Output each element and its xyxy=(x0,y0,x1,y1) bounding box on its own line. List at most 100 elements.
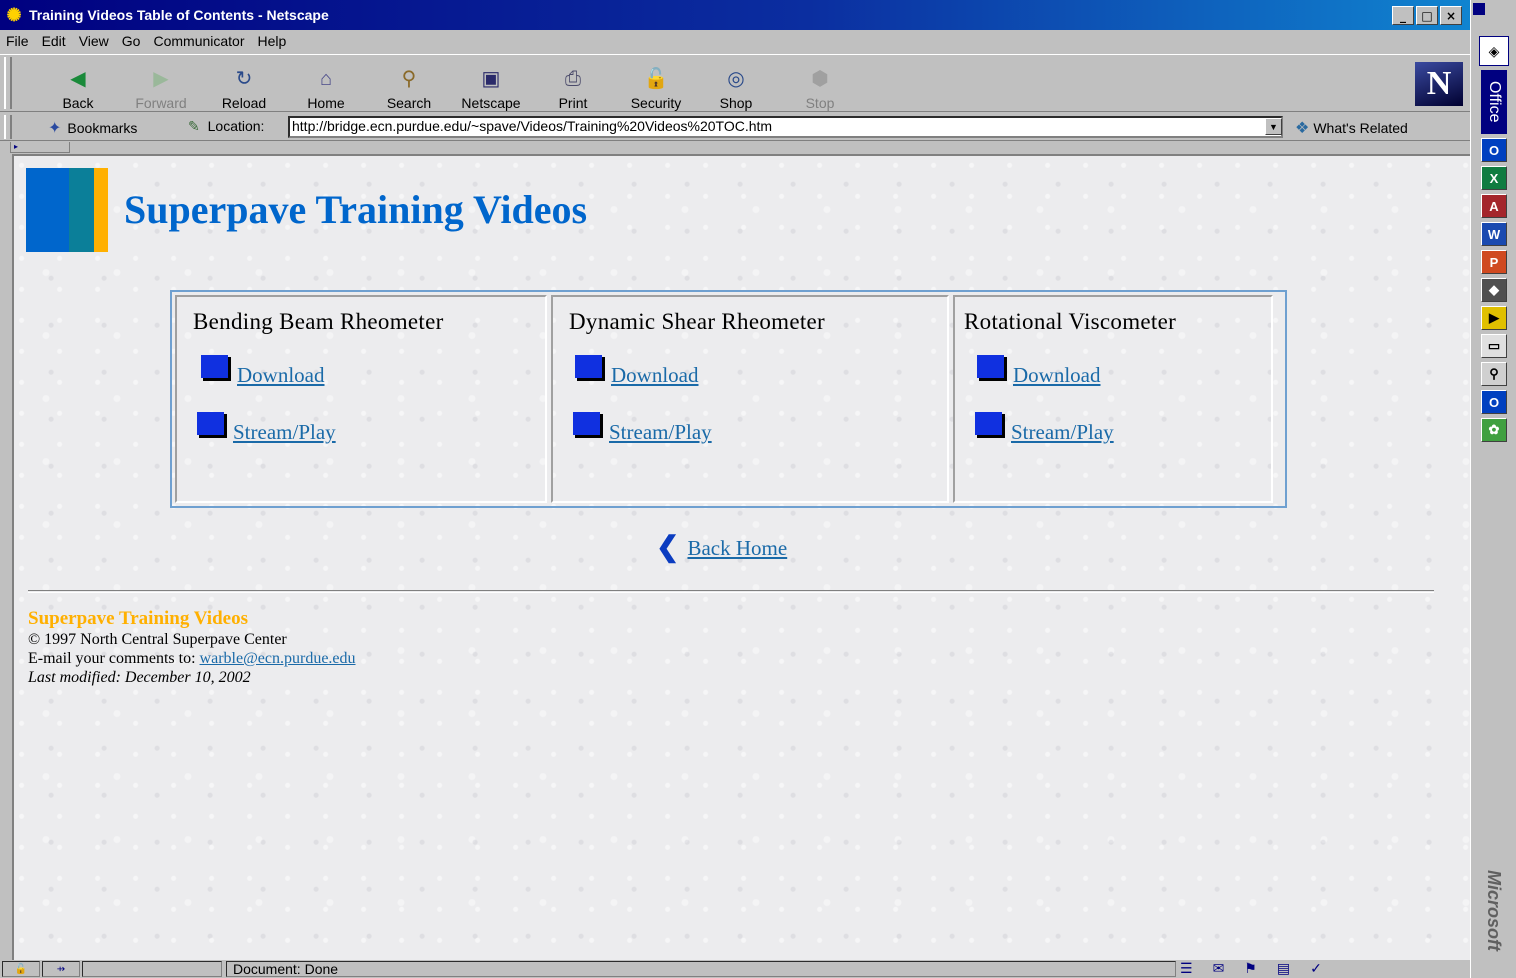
section-heading: Bending Beam Rheometer xyxy=(193,309,444,334)
outlook-icon[interactable]: O xyxy=(1481,138,1507,162)
office-bar-menu-icon[interactable] xyxy=(1473,3,1485,15)
video-cell-bbr: Bending Beam Rheometer Download Stream/P… xyxy=(175,295,547,503)
address-book-icon[interactable]: ▤ xyxy=(1277,960,1290,977)
back-home-link[interactable]: Back Home xyxy=(687,536,787,561)
stream-play-link[interactable]: Stream/Play xyxy=(1011,420,1114,445)
download-link-row: Download xyxy=(201,355,325,388)
connection-status-icon[interactable]: ⇸ xyxy=(42,961,80,977)
new-document-icon[interactable]: ▭ xyxy=(1481,334,1507,358)
download-link[interactable]: Download xyxy=(1013,363,1101,388)
video-table: Bending Beam Rheometer Download Stream/P… xyxy=(170,290,1287,508)
forward-button[interactable]: ▶ Forward xyxy=(132,59,190,111)
stream-link-row: Stream/Play xyxy=(197,412,336,445)
stream-play-link[interactable]: Stream/Play xyxy=(609,420,712,445)
blue-square-bullet-icon xyxy=(201,355,233,383)
security-status-icon[interactable]: 🔓 xyxy=(2,961,40,977)
menu-bar: File Edit View Go Communicator Help xyxy=(0,30,1470,52)
window-title: Training Videos Table of Contents - Nets… xyxy=(29,7,329,23)
url-dropdown-button[interactable]: ▼ xyxy=(1265,118,1282,135)
excel-icon[interactable]: X xyxy=(1481,166,1507,190)
maximize-button[interactable]: □ xyxy=(1416,6,1438,25)
composer-icon[interactable]: ✓ xyxy=(1310,960,1322,977)
page-content: Superpave Training Videos Bending Beam R… xyxy=(12,154,1470,960)
menu-file[interactable]: File xyxy=(6,33,29,49)
personal-toolbar-tab[interactable]: ▸ xyxy=(10,142,70,153)
home-label: Home xyxy=(307,95,345,111)
publisher-icon[interactable]: ◆ xyxy=(1481,278,1507,302)
menu-view[interactable]: View xyxy=(79,33,109,49)
navigator-icon[interactable]: ☰ xyxy=(1180,960,1193,977)
location-icon: ✎ xyxy=(188,118,200,134)
whats-related-button[interactable]: ❖ What's Related xyxy=(1295,118,1408,138)
shop-icon: ◎ xyxy=(727,68,745,90)
search-icon: ⚲ xyxy=(401,68,417,90)
blue-square-bullet-icon xyxy=(197,412,229,440)
url-text: http://bridge.ecn.purdue.edu/~spave/Vide… xyxy=(292,118,773,134)
stop-label: Stop xyxy=(805,95,835,111)
footer-modified: Last modified: December 10, 2002 xyxy=(28,669,251,686)
location-grip[interactable] xyxy=(4,115,12,139)
binder-icon[interactable]: ▶ xyxy=(1481,306,1507,330)
close-button[interactable]: × xyxy=(1440,6,1462,25)
search-button[interactable]: ⚲ Search xyxy=(382,59,436,111)
stop-icon: ⬢ xyxy=(811,68,829,90)
security-button[interactable]: 🔓 Security xyxy=(626,59,686,111)
my-netscape-button[interactable]: ▣ Netscape xyxy=(456,59,526,111)
menu-go[interactable]: Go xyxy=(122,33,141,49)
print-icon: ⎙ xyxy=(565,68,581,90)
bookmarks-icon: ✦ xyxy=(48,120,62,137)
menu-communicator[interactable]: Communicator xyxy=(153,33,244,49)
menu-help[interactable]: Help xyxy=(258,33,287,49)
menu-edit[interactable]: Edit xyxy=(42,33,66,49)
bookmarks-label: Bookmarks xyxy=(67,120,138,136)
office-logo-icon[interactable]: ◈ xyxy=(1479,36,1509,66)
office-shortcut-bar: ◈ Office O X A W P ◆ ▶ ▭ ⚲ O ✿ Microsoft xyxy=(1470,0,1516,978)
location-label-text: Location: xyxy=(207,118,265,134)
outlook-secondary-icon[interactable]: O xyxy=(1481,390,1507,414)
site-logo-bars xyxy=(26,168,110,252)
back-button[interactable]: ◀ Back xyxy=(60,59,96,111)
explorer-icon[interactable]: ✿ xyxy=(1481,418,1507,442)
download-link[interactable]: Download xyxy=(611,363,699,388)
back-arrow-icon[interactable]: ❮ xyxy=(656,534,679,562)
toolbar-grip[interactable] xyxy=(4,57,12,109)
bookmarks-button[interactable]: ✦ Bookmarks xyxy=(48,118,137,138)
find-icon[interactable]: ⚲ xyxy=(1481,362,1507,386)
logo-bar-orange xyxy=(94,168,108,252)
netscape-app-icon[interactable]: ✺ xyxy=(4,5,24,25)
stream-play-link[interactable]: Stream/Play xyxy=(233,420,336,445)
blue-square-bullet-icon xyxy=(977,355,1009,383)
whats-related-label: What's Related xyxy=(1313,120,1408,136)
home-button[interactable]: ⌂ Home xyxy=(302,59,350,111)
window-titlebar[interactable]: ✺ Training Videos Table of Contents - Ne… xyxy=(0,0,1470,30)
my-netscape-icon: ▣ xyxy=(481,68,501,90)
stop-button[interactable]: ⬢ Stop xyxy=(802,59,838,111)
netscape-label: Netscape xyxy=(461,95,521,111)
shop-button[interactable]: ◎ Shop xyxy=(716,59,756,111)
lock-icon: 🔓 xyxy=(643,68,669,90)
blue-square-bullet-icon xyxy=(975,412,1007,440)
footer-title: Superpave Training Videos xyxy=(28,608,248,629)
download-link[interactable]: Download xyxy=(237,363,325,388)
forward-arrow-icon: ▶ xyxy=(153,68,169,90)
word-icon[interactable]: W xyxy=(1481,222,1507,246)
print-button[interactable]: ⎙ Print xyxy=(554,59,592,111)
video-cell-dsr: Dynamic Shear Rheometer Download Stream/… xyxy=(551,295,949,503)
horizontal-rule xyxy=(28,590,1434,593)
minimize-button[interactable]: _ xyxy=(1392,6,1414,25)
newsgroups-icon[interactable]: ⚑ xyxy=(1244,960,1257,977)
powerpoint-icon[interactable]: P xyxy=(1481,250,1507,274)
footer-email-prefix: E-mail your comments to: xyxy=(28,650,200,667)
component-bar: ☰ ✉ ⚑ ▤ ✓ xyxy=(1180,960,1322,977)
stream-link-row: Stream/Play xyxy=(573,412,712,445)
mail-icon[interactable]: ✉ xyxy=(1213,960,1225,977)
netscape-logo[interactable]: N xyxy=(1415,62,1463,106)
url-field[interactable]: http://bridge.ecn.purdue.edu/~spave/Vide… xyxy=(288,116,1283,138)
footer-email-link[interactable]: warble@ecn.purdue.edu xyxy=(200,650,356,667)
blue-square-bullet-icon xyxy=(575,355,607,383)
reload-button[interactable]: ↻ Reload xyxy=(218,59,270,111)
reload-label: Reload xyxy=(221,95,267,111)
forward-label: Forward xyxy=(135,95,187,111)
page-title: Superpave Training Videos xyxy=(124,187,588,232)
access-icon[interactable]: A xyxy=(1481,194,1507,218)
